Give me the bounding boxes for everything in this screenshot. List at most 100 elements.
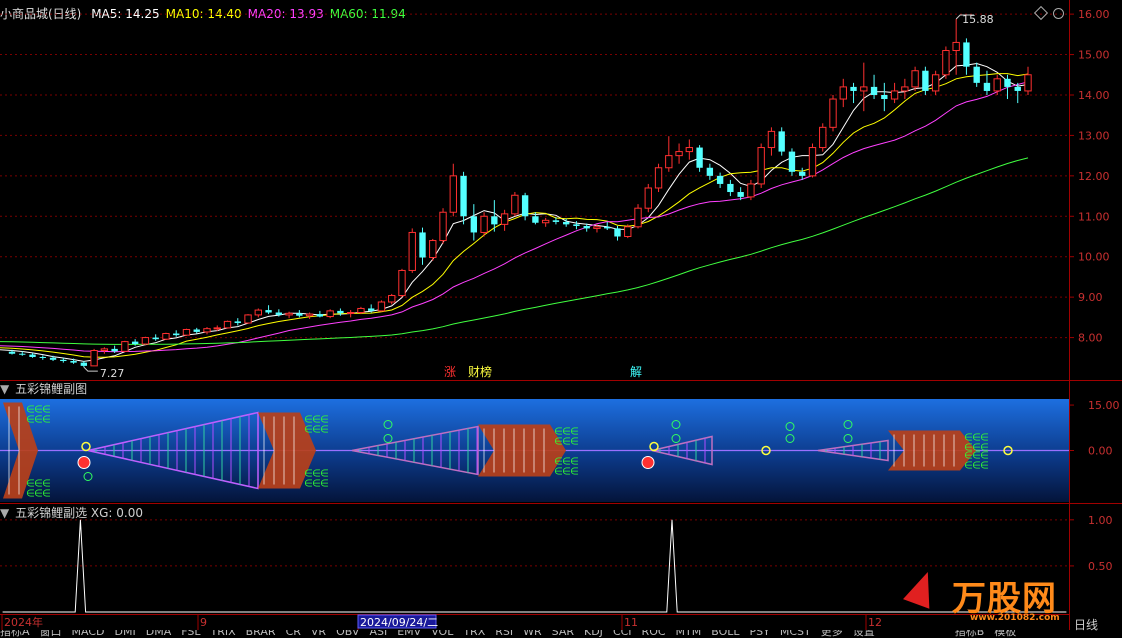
candle[interactable]: [604, 221, 611, 231]
candle[interactable]: [100, 347, 109, 354]
toolbar-item[interactable]: RSI: [495, 630, 513, 638]
candle[interactable]: [819, 123, 827, 152]
candle[interactable]: [963, 38, 970, 75]
candle[interactable]: [244, 314, 252, 324]
candle[interactable]: [993, 74, 1001, 95]
candle[interactable]: [141, 336, 150, 345]
candle[interactable]: [470, 204, 477, 241]
toolbar-item[interactable]: OBV: [336, 630, 359, 638]
candle[interactable]: [121, 340, 129, 353]
candle[interactable]: [973, 62, 980, 87]
toolbar-item[interactable]: 设置: [853, 630, 875, 638]
toolbar-right-item[interactable]: 模板: [994, 630, 1016, 638]
toolbar-item[interactable]: DMI: [115, 630, 136, 638]
candle[interactable]: [665, 136, 673, 172]
candle[interactable]: [654, 163, 663, 193]
candle[interactable]: [541, 217, 550, 227]
event-marker-2[interactable]: 解: [630, 365, 642, 379]
candle[interactable]: [223, 320, 232, 329]
candle[interactable]: [193, 327, 200, 334]
candle[interactable]: [408, 228, 416, 273]
candle[interactable]: [624, 224, 632, 239]
toolbar-item[interactable]: FSL: [181, 630, 200, 638]
candle[interactable]: [346, 310, 355, 318]
candle[interactable]: [511, 192, 519, 217]
toolbar-item[interactable]: ASI: [369, 630, 387, 638]
candle[interactable]: [429, 238, 437, 261]
candle[interactable]: [265, 305, 272, 315]
candle[interactable]: [706, 163, 714, 180]
toolbar-item[interactable]: MTM: [676, 630, 702, 638]
candle[interactable]: [634, 204, 642, 229]
candle[interactable]: [788, 148, 796, 176]
toolbar-item[interactable]: VOL: [431, 630, 453, 638]
toolbar-item[interactable]: KDJ: [584, 630, 603, 638]
candle[interactable]: [890, 82, 899, 104]
candle[interactable]: [449, 163, 457, 217]
toolbar-item[interactable]: ROC: [642, 630, 666, 638]
candle[interactable]: [778, 127, 785, 156]
candle[interactable]: [1024, 66, 1032, 95]
candle[interactable]: [675, 143, 683, 164]
event-marker-1[interactable]: 财榜: [468, 364, 492, 379]
candle[interactable]: [162, 332, 170, 340]
candle[interactable]: [182, 328, 191, 336]
toolbar-item[interactable]: VR: [311, 630, 326, 638]
candle[interactable]: [614, 225, 621, 241]
toolbar-item[interactable]: SAR: [552, 630, 574, 638]
toolbar-item[interactable]: WR: [523, 630, 542, 638]
toolbar-item[interactable]: BOLL: [711, 630, 739, 638]
candle[interactable]: [881, 82, 888, 112]
candle[interactable]: [285, 311, 293, 319]
toolbar-item[interactable]: PSY: [750, 630, 770, 638]
candle[interactable]: [254, 308, 262, 318]
candle[interactable]: [747, 179, 755, 201]
toolbar-item[interactable]: MCST: [780, 630, 811, 638]
toolbar-item[interactable]: CCI: [613, 630, 632, 638]
kline-chart[interactable]: 15.887.27 涨财榜解 16.0015.0014.0013.0012.001…: [0, 0, 1122, 630]
candle[interactable]: [829, 94, 837, 132]
candle[interactable]: [173, 330, 180, 337]
candle[interactable]: [808, 143, 817, 178]
toolbar-item[interactable]: MACD: [72, 630, 105, 638]
candle[interactable]: [500, 209, 509, 231]
toolbar-item[interactable]: EMV: [397, 630, 421, 638]
candle[interactable]: [942, 46, 950, 79]
candle[interactable]: [911, 66, 919, 91]
candle[interactable]: [931, 70, 940, 95]
candle[interactable]: [952, 18, 960, 75]
toggle-circle-icon[interactable]: [1053, 8, 1064, 19]
candle[interactable]: [152, 334, 159, 341]
toolbar-item[interactable]: CR: [286, 630, 301, 638]
toolbar-item[interactable]: 窗口: [40, 630, 62, 638]
candle[interactable]: [696, 145, 703, 172]
toolbar-right-item[interactable]: 指标B: [955, 630, 985, 638]
candle[interactable]: [80, 361, 88, 368]
toolbar-item[interactable]: 更多: [821, 630, 843, 638]
candle[interactable]: [398, 268, 406, 298]
toolbar-item[interactable]: TRIX: [210, 630, 235, 638]
candle[interactable]: [439, 208, 447, 244]
collapse-triangle-icon[interactable]: ▼: [0, 382, 9, 396]
candle[interactable]: [521, 192, 529, 221]
candle[interactable]: [419, 227, 426, 265]
candle[interactable]: [767, 127, 776, 156]
toolbar-item[interactable]: DMA: [146, 630, 172, 638]
candle[interactable]: [480, 212, 488, 237]
candle[interactable]: [901, 78, 909, 100]
candle[interactable]: [644, 183, 652, 213]
candle[interactable]: [850, 82, 857, 104]
candle[interactable]: [234, 318, 241, 326]
candle[interactable]: [39, 355, 46, 360]
candle[interactable]: [839, 78, 847, 108]
candle[interactable]: [716, 172, 724, 188]
candle[interactable]: [388, 293, 396, 305]
candle[interactable]: [727, 179, 734, 197]
candle[interactable]: [337, 308, 344, 316]
candle[interactable]: [90, 348, 98, 367]
event-marker-0[interactable]: 涨: [444, 364, 456, 379]
candle[interactable]: [377, 300, 386, 312]
candle[interactable]: [203, 327, 211, 335]
candle[interactable]: [685, 139, 694, 160]
candle[interactable]: [326, 309, 334, 319]
